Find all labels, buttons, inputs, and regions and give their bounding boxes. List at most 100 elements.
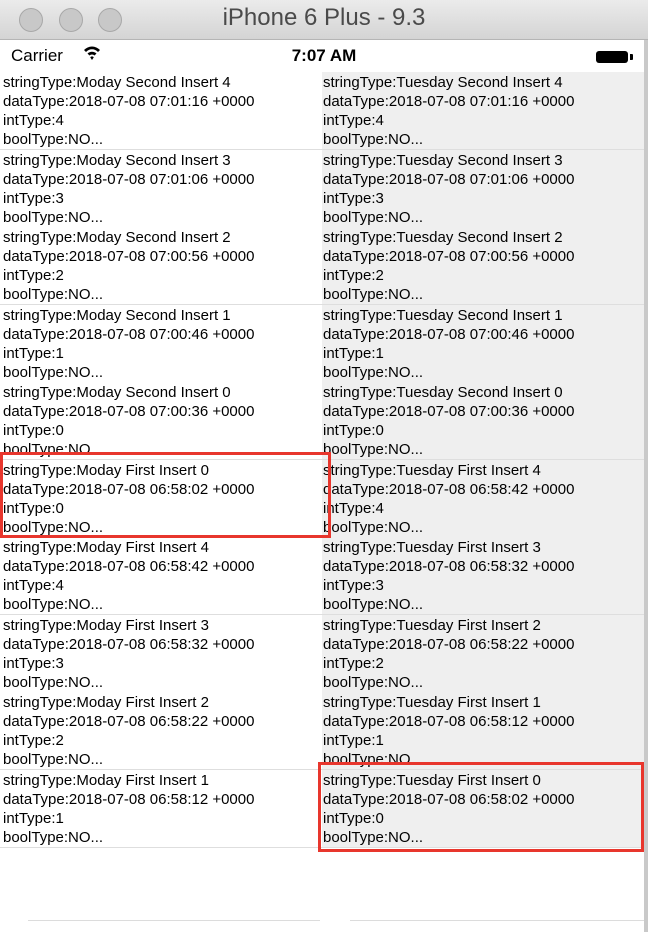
datatype-label: dataType:2018-07-08 06:58:22 +0000 <box>323 635 575 653</box>
booltype-label: boolType:NO... <box>3 828 104 846</box>
stringtype-label: stringType:Moday First Insert 4 <box>3 539 209 556</box>
right-cell[interactable]: stringType:Tuesday Second Insert 0 dataTy… <box>322 382 644 460</box>
stringtype-label: stringType:Tuesday Second Insert 1 <box>323 306 563 324</box>
booltype-label: boolType:NO... <box>3 208 104 226</box>
stringtype-label: stringType:Tuesday First Insert 3 <box>323 539 541 556</box>
booltype-label: boolType:NO... <box>323 363 424 381</box>
inttype-label: intType:2 <box>323 654 384 672</box>
inttype-label: intType:1 <box>3 809 64 827</box>
datatype-label: dataType:2018-07-08 07:01:16 +0000 <box>323 93 575 110</box>
inttype-label: intType:3 <box>323 577 384 594</box>
datatype-label: dataType:2018-07-08 07:00:36 +0000 <box>323 403 575 420</box>
stringtype-label: stringType:Tuesday Second Insert 4 <box>323 74 563 91</box>
stringtype-label: stringType:Moday First Insert 2 <box>3 694 209 711</box>
stringtype-label: stringType:Moday First Insert 3 <box>3 616 209 634</box>
booltype-label: boolType:NO... <box>323 441 424 458</box>
datatype-label: dataType:2018-07-08 06:58:22 +0000 <box>3 713 255 730</box>
right-cell[interactable]: stringType:Tuesday Second Insert 3 dataTy… <box>322 149 644 228</box>
inttype-label: intType:4 <box>323 112 384 129</box>
datatype-label: dataType:2018-07-08 07:00:56 +0000 <box>3 248 255 265</box>
booltype-label: boolType:NO... <box>323 208 424 226</box>
highlight-box-right <box>318 762 644 852</box>
window-title: iPhone 6 Plus - 9.3 <box>222 4 426 31</box>
datatype-label: dataType:2018-07-08 07:01:06 +0000 <box>323 170 575 188</box>
stringtype-label: stringType:Tuesday First Insert 2 <box>323 616 541 634</box>
booltype-label: boolType:NO... <box>3 673 104 691</box>
left-cell[interactable]: stringType:Moday Second Insert 4 dataType… <box>0 72 322 150</box>
inttype-label: intType:0 <box>3 422 64 439</box>
inttype-label: intType:2 <box>323 267 384 284</box>
datatype-label: dataType:2018-07-08 06:58:42 +0000 <box>323 480 575 498</box>
datatype-label: dataType:2018-07-08 06:58:32 +0000 <box>3 635 255 653</box>
booltype-label: boolType:NO... <box>323 518 424 536</box>
booltype-label: boolType:NO... <box>3 751 104 768</box>
simulator-titlebar: iPhone 6 Plus - 9.3 <box>0 0 648 40</box>
right-cell[interactable]: stringType:Tuesday First Insert 1 dataTyp… <box>322 692 644 770</box>
booltype-label: boolType:NO... <box>3 286 104 303</box>
datatype-label: dataType:2018-07-08 06:58:32 +0000 <box>323 558 575 575</box>
stringtype-label: stringType:Tuesday Second Insert 3 <box>323 151 563 169</box>
right-cell[interactable]: stringType:Tuesday First Insert 2 dataTyp… <box>322 614 644 693</box>
grid-row: stringType:Moday Second Insert 3 dataType… <box>0 149 644 228</box>
inttype-label: intType:3 <box>323 189 384 207</box>
stringtype-label: stringType:Moday First Insert 1 <box>3 771 209 789</box>
inttype-label: intType:0 <box>323 422 384 439</box>
bottom-separator-left <box>28 920 320 921</box>
stringtype-label: stringType:Tuesday First Insert 4 <box>323 461 541 479</box>
left-cell[interactable]: stringType:Moday Second Insert 0 dataType… <box>0 382 322 460</box>
inttype-label: intType:4 <box>3 112 64 129</box>
battery-tip <box>630 54 633 60</box>
datatype-label: dataType:2018-07-08 07:01:06 +0000 <box>3 170 255 188</box>
grid-row: stringType:Moday First Insert 4 dataType:… <box>0 537 644 615</box>
stringtype-label: stringType:Moday Second Insert 0 <box>3 384 231 401</box>
datatype-label: dataType:2018-07-08 07:00:56 +0000 <box>323 248 575 265</box>
stringtype-label: stringType:Moday Second Insert 2 <box>3 229 231 246</box>
left-cell[interactable]: stringType:Moday Second Insert 3 dataType… <box>0 149 322 228</box>
datatype-label: dataType:2018-07-08 06:58:12 +0000 <box>323 713 575 730</box>
grid-row: stringType:Moday First Insert 2 dataType:… <box>0 692 644 770</box>
left-cell[interactable]: stringType:Moday Second Insert 1 dataType… <box>0 304 322 383</box>
datatype-label: dataType:2018-07-08 06:58:42 +0000 <box>3 558 255 575</box>
stringtype-label: stringType:Tuesday Second Insert 0 <box>323 384 563 401</box>
battery-icon <box>596 51 628 63</box>
inttype-label: intType:3 <box>3 189 64 207</box>
right-cell[interactable]: stringType:Tuesday Second Insert 4 dataTy… <box>322 72 644 150</box>
booltype-label: boolType:NO... <box>323 673 424 691</box>
left-cell[interactable]: stringType:Moday First Insert 2 dataType:… <box>0 692 322 770</box>
datatype-label: dataType:2018-07-08 07:01:16 +0000 <box>3 93 255 110</box>
inttype-label: intType:2 <box>3 267 64 284</box>
booltype-label: boolType:NO... <box>323 286 424 303</box>
stringtype-label: stringType:Moday Second Insert 3 <box>3 151 231 169</box>
left-cell[interactable]: stringType:Moday First Insert 4 dataType:… <box>0 537 322 615</box>
grid-row: stringType:Moday First Insert 3 dataType:… <box>0 614 644 693</box>
grid-row: stringType:Moday Second Insert 4 dataType… <box>0 72 644 150</box>
right-cell[interactable]: stringType:Tuesday First Insert 3 dataTyp… <box>322 537 644 615</box>
grid-row: stringType:Moday Second Insert 1 dataType… <box>0 304 644 383</box>
left-cell[interactable]: stringType:Moday Second Insert 2 dataType… <box>0 227 322 305</box>
inttype-label: intType:1 <box>3 344 64 362</box>
right-cell[interactable]: stringType:Tuesday Second Insert 2 dataTy… <box>322 227 644 305</box>
stringtype-label: stringType:Moday Second Insert 1 <box>3 306 231 324</box>
booltype-label: boolType:NO... <box>3 131 104 148</box>
window-edge <box>644 40 648 932</box>
inttype-label: intType:4 <box>323 499 384 517</box>
right-cell[interactable]: stringType:Tuesday First Insert 4 dataTyp… <box>322 459 644 538</box>
inttype-label: intType:4 <box>3 577 64 594</box>
stringtype-label: stringType:Moday Second Insert 4 <box>3 74 231 91</box>
datatype-label: dataType:2018-07-08 06:58:12 +0000 <box>3 790 255 808</box>
inttype-label: intType:2 <box>3 732 64 749</box>
status-bar: Carrier 7:07 AM <box>0 40 648 72</box>
inttype-label: intType:1 <box>323 344 384 362</box>
stringtype-label: stringType:Tuesday First Insert 1 <box>323 694 541 711</box>
left-cell[interactable]: stringType:Moday First Insert 3 dataType:… <box>0 614 322 693</box>
datatype-label: dataType:2018-07-08 07:00:46 +0000 <box>3 325 255 343</box>
booltype-label: boolType:NO... <box>3 596 104 613</box>
grid-row: stringType:Moday Second Insert 2 dataType… <box>0 227 644 305</box>
stringtype-label: stringType:Tuesday Second Insert 2 <box>323 229 563 246</box>
left-cell[interactable]: stringType:Moday First Insert 1 dataType:… <box>0 769 322 848</box>
booltype-label: boolType:NO... <box>3 363 104 381</box>
inttype-label: intType:3 <box>3 654 64 672</box>
grid-row: stringType:Moday Second Insert 0 dataType… <box>0 382 644 460</box>
right-cell[interactable]: stringType:Tuesday Second Insert 1 dataTy… <box>322 304 644 383</box>
datatype-label: dataType:2018-07-08 07:00:46 +0000 <box>323 325 575 343</box>
